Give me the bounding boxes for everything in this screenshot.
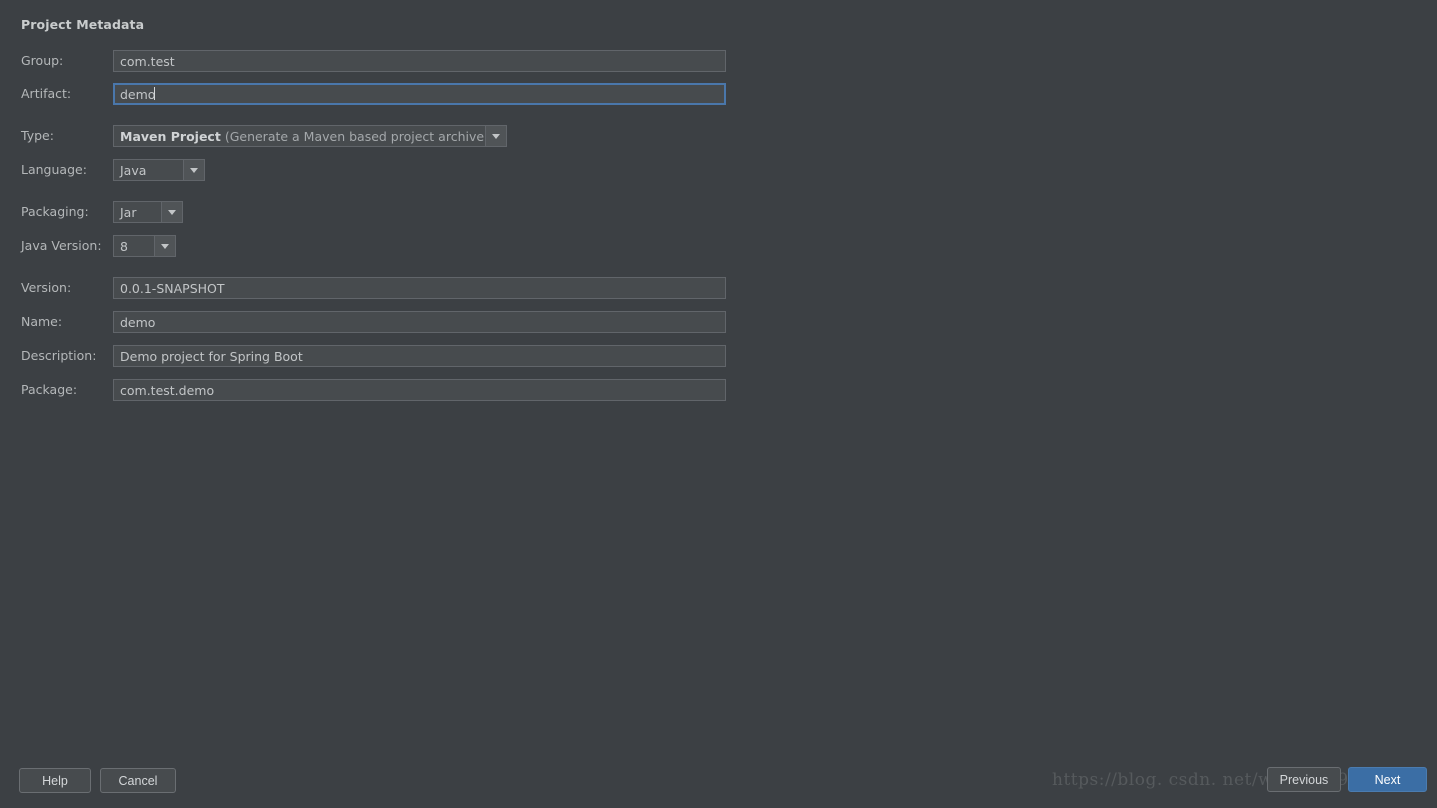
java-version-label: Java Version: — [21, 238, 102, 253]
java-version-dropdown-button[interactable] — [154, 236, 175, 256]
artifact-label: Artifact: — [21, 86, 72, 101]
chevron-down-icon — [190, 167, 198, 173]
page-title: Project Metadata — [21, 17, 145, 32]
type-label: Type: — [21, 128, 54, 143]
type-combobox-value: Maven Project (Generate a Maven based pr… — [114, 126, 485, 146]
chevron-down-icon — [161, 243, 169, 249]
package-input[interactable] — [113, 379, 726, 401]
group-label: Group: — [21, 53, 64, 68]
language-combobox-value: Java — [120, 162, 147, 178]
type-dropdown-button[interactable] — [485, 126, 506, 146]
version-label: Version: — [21, 280, 72, 295]
type-combobox[interactable]: Maven Project (Generate a Maven based pr… — [113, 125, 507, 147]
artifact-input[interactable] — [113, 83, 726, 105]
type-value-detail: (Generate a Maven based project archive) — [224, 128, 485, 144]
chevron-down-icon — [492, 133, 500, 139]
java-version-combobox-value: 8 — [120, 238, 128, 254]
text-caret — [154, 87, 155, 100]
description-input[interactable] — [113, 345, 726, 367]
java-version-combobox[interactable]: 8 — [113, 235, 176, 257]
language-label: Language: — [21, 162, 87, 177]
language-dropdown-button[interactable] — [183, 160, 204, 180]
help-button[interactable]: Help — [19, 768, 91, 793]
previous-button[interactable]: Previous — [1267, 767, 1341, 792]
packaging-combobox[interactable]: Jar — [113, 201, 183, 223]
chevron-down-icon — [168, 209, 176, 215]
name-label: Name: — [21, 314, 63, 329]
packaging-label: Packaging: — [21, 204, 89, 219]
description-label: Description: — [21, 348, 97, 363]
next-button[interactable]: Next — [1348, 767, 1427, 792]
packaging-dropdown-button[interactable] — [161, 202, 182, 222]
package-label: Package: — [21, 382, 78, 397]
language-combobox[interactable]: Java — [113, 159, 205, 181]
version-input[interactable] — [113, 277, 726, 299]
packaging-combobox-value: Jar — [120, 204, 137, 220]
group-input[interactable] — [113, 50, 726, 72]
cancel-button[interactable]: Cancel — [100, 768, 176, 793]
type-value-strong: Maven Project — [120, 128, 221, 144]
name-input[interactable] — [113, 311, 726, 333]
